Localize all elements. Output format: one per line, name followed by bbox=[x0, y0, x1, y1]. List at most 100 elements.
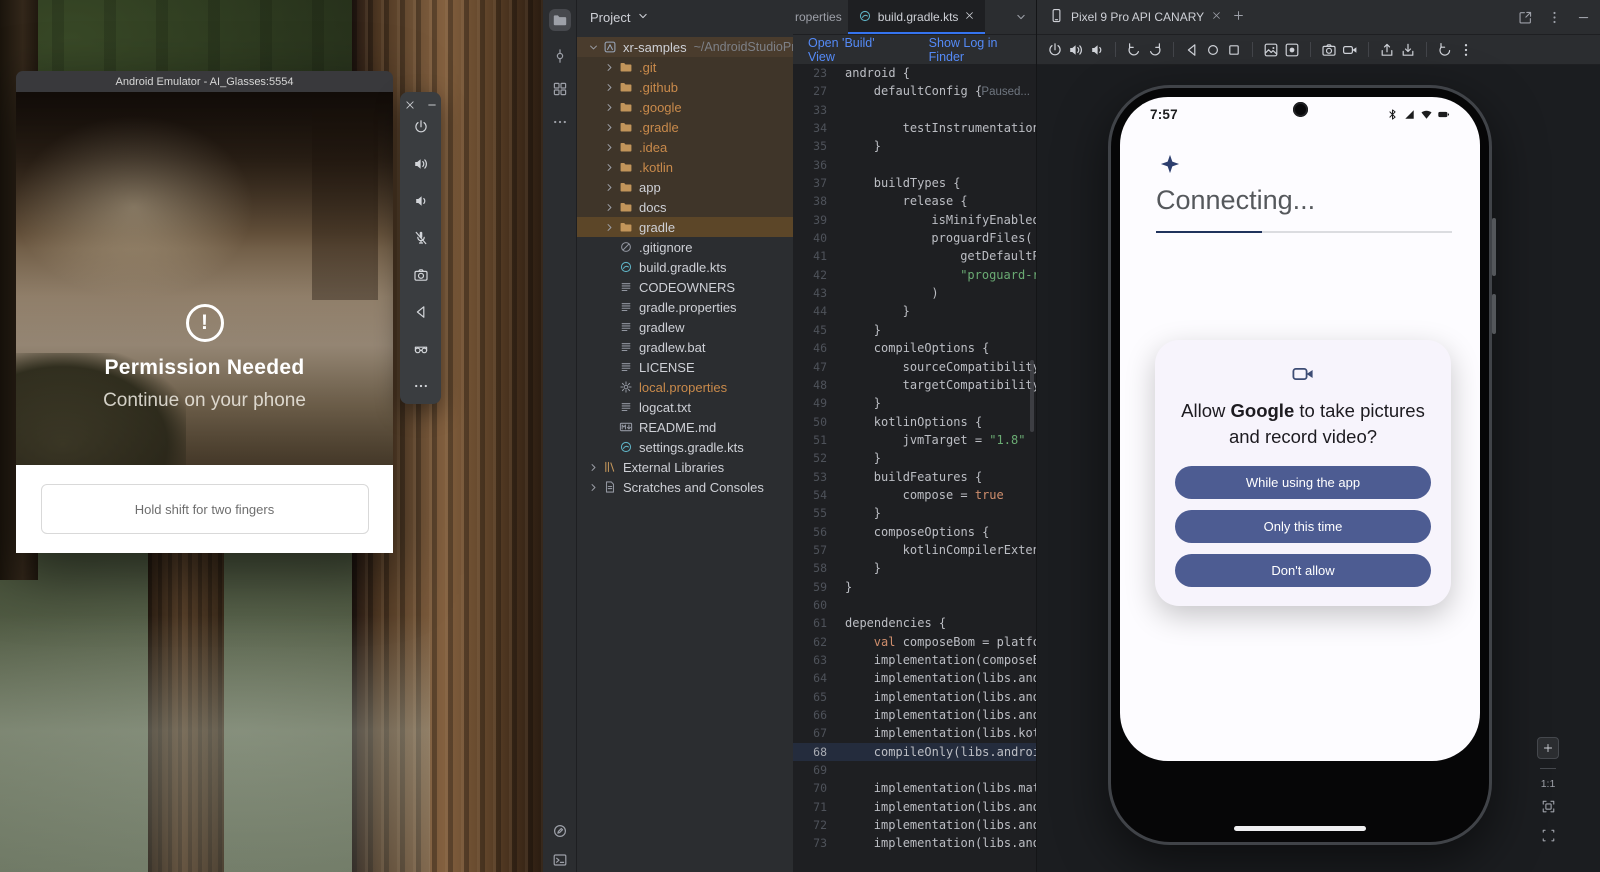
code-line[interactable]: 66implementation(libs.andr bbox=[793, 706, 1036, 724]
plus-icon[interactable] bbox=[1542, 742, 1554, 754]
code-line[interactable]: 37buildTypes { bbox=[793, 174, 1036, 192]
code-line[interactable]: 40proguardFiles( bbox=[793, 229, 1036, 247]
chevron-right-icon[interactable] bbox=[601, 221, 617, 234]
minimize-icon[interactable] bbox=[426, 99, 438, 111]
code-line[interactable]: 68compileOnly(libs.android bbox=[793, 743, 1036, 761]
code-line[interactable]: 39isMinifyEnabled bbox=[793, 211, 1036, 229]
code-line[interactable]: 41getDefaultPr bbox=[793, 247, 1036, 265]
rotate-right-icon[interactable] bbox=[1147, 42, 1163, 58]
device-screen[interactable]: 7:57 Connecting... Allow Google to take … bbox=[1120, 97, 1480, 761]
chevron-down-icon[interactable] bbox=[1014, 10, 1028, 24]
code-line[interactable]: 47sourceCompatibility bbox=[793, 358, 1036, 376]
tree-item-github[interactable]: .github bbox=[577, 77, 793, 97]
while-using-the-app-button[interactable]: While using the app bbox=[1175, 466, 1431, 499]
code-line[interactable]: 34testInstrumentationR bbox=[793, 119, 1036, 137]
zoom-to-fit-icon[interactable] bbox=[1541, 799, 1556, 819]
code-line[interactable]: 71implementation(libs.andr bbox=[793, 798, 1036, 816]
tree-item-readme-md[interactable]: README.md bbox=[577, 417, 793, 437]
code-line[interactable]: 70implementation(libs.mate bbox=[793, 779, 1036, 797]
code-line[interactable]: 43) bbox=[793, 284, 1036, 302]
code-line[interactable]: 53buildFeatures { bbox=[793, 468, 1036, 486]
tree-item-google[interactable]: .google bbox=[577, 97, 793, 117]
code-line[interactable]: 65implementation(libs.andr bbox=[793, 688, 1036, 706]
terminal-icon[interactable] bbox=[552, 852, 568, 868]
chevron-right-icon[interactable] bbox=[601, 101, 617, 114]
project-panel-header[interactable]: Project bbox=[577, 0, 793, 35]
chevron-right-icon[interactable] bbox=[601, 181, 617, 194]
tree-item-external-libraries[interactable]: External Libraries bbox=[577, 457, 793, 477]
code-line[interactable]: 33 bbox=[793, 101, 1036, 119]
tree-item-codeowners[interactable]: CODEOWNERS bbox=[577, 277, 793, 297]
chevron-down-icon[interactable] bbox=[585, 41, 601, 54]
tab-pixel-9-pro[interactable]: Pixel 9 Pro API CANARY bbox=[1047, 0, 1224, 34]
code-line[interactable]: 36 bbox=[793, 156, 1036, 174]
tree-item-build-gradle-kts[interactable]: build.gradle.kts bbox=[577, 257, 793, 277]
commit-icon[interactable] bbox=[552, 48, 568, 64]
code-line[interactable]: 48targetCompatibility bbox=[793, 376, 1036, 394]
chevron-right-icon[interactable] bbox=[585, 461, 601, 474]
close-tab-icon[interactable] bbox=[964, 10, 975, 24]
tree-item-local-properties[interactable]: local.properties bbox=[577, 377, 793, 397]
minimize-icon[interactable] bbox=[1576, 10, 1591, 25]
code-line[interactable]: 72implementation(libs.andr bbox=[793, 816, 1036, 834]
volume-up-icon[interactable] bbox=[1068, 42, 1084, 58]
edit-circle-icon[interactable] bbox=[552, 823, 568, 839]
code-line[interactable]: 49} bbox=[793, 394, 1036, 412]
code-line[interactable]: 59} bbox=[793, 578, 1036, 596]
tab-gradle-properties[interactable]: roperties bbox=[793, 0, 848, 34]
only-this-time-button[interactable]: Only this time bbox=[1175, 510, 1431, 543]
code-line[interactable]: 62val composeBom = platfor bbox=[793, 633, 1036, 651]
more-vertical-icon[interactable] bbox=[1458, 42, 1474, 58]
code-line[interactable]: 51jvmTarget = "1.8" bbox=[793, 431, 1036, 449]
plus-icon[interactable] bbox=[1232, 9, 1245, 22]
code-line[interactable]: 52} bbox=[793, 449, 1036, 467]
close-icon[interactable] bbox=[404, 99, 416, 111]
volume-up-icon[interactable] bbox=[413, 156, 429, 172]
add-device-tab-icon[interactable] bbox=[1232, 9, 1245, 25]
tree-item-gradle[interactable]: .gradle bbox=[577, 117, 793, 137]
volume-down-icon[interactable] bbox=[1089, 42, 1105, 58]
camera-icon[interactable] bbox=[1321, 42, 1337, 58]
power-icon[interactable] bbox=[413, 119, 429, 135]
folder-icon[interactable] bbox=[549, 9, 571, 31]
share-icon[interactable] bbox=[1379, 42, 1395, 58]
tree-item-app[interactable]: app bbox=[577, 177, 793, 197]
code-line[interactable]: 56composeOptions { bbox=[793, 523, 1036, 541]
screen-record-icon[interactable] bbox=[1284, 42, 1300, 58]
close-icon[interactable] bbox=[1211, 10, 1222, 21]
tree-item-docs[interactable]: docs bbox=[577, 197, 793, 217]
code-line[interactable]: 69 bbox=[793, 761, 1036, 779]
back-icon[interactable] bbox=[413, 304, 429, 320]
tree-item-logcat-txt[interactable]: logcat.txt bbox=[577, 397, 793, 417]
glasses-icon[interactable] bbox=[413, 341, 429, 357]
structure-icon[interactable] bbox=[552, 81, 568, 97]
code-line[interactable]: 63implementation(composeBo bbox=[793, 651, 1036, 669]
code-line[interactable]: 42"proguard-ru bbox=[793, 266, 1036, 284]
device-reset-icon[interactable] bbox=[1437, 42, 1453, 58]
code-editor[interactable]: 23android {27defaultConfig {3334testInst… bbox=[793, 64, 1036, 872]
code-line[interactable]: 64implementation(libs.andr bbox=[793, 669, 1036, 687]
zoom-in-button[interactable] bbox=[1537, 737, 1559, 759]
code-line[interactable]: 57kotlinCompilerExtens bbox=[793, 541, 1036, 559]
download-icon[interactable] bbox=[1400, 42, 1416, 58]
tree-item-settings-gradle-kts[interactable]: settings.gradle.kts bbox=[577, 437, 793, 457]
code-line[interactable]: 67implementation(libs.kotl bbox=[793, 724, 1036, 742]
code-line[interactable]: 73implementation(libs.andr bbox=[793, 834, 1036, 852]
tree-item-gradlew-bat[interactable]: gradlew.bat bbox=[577, 337, 793, 357]
code-line[interactable]: 23android { bbox=[793, 64, 1036, 82]
chevron-right-icon[interactable] bbox=[601, 61, 617, 74]
tree-item-kotlin[interactable]: .kotlin bbox=[577, 157, 793, 177]
tabs-dropdown-icon[interactable] bbox=[1014, 0, 1036, 34]
code-line[interactable]: 55} bbox=[793, 504, 1036, 522]
tree-item-xr-samples[interactable]: xr-samples~/AndroidStudioProj bbox=[577, 37, 793, 57]
tree-item-git[interactable]: .git bbox=[577, 57, 793, 77]
chevron-right-icon[interactable] bbox=[601, 81, 617, 94]
tab-build-gradle-kts[interactable]: build.gradle.kts bbox=[848, 0, 986, 34]
emulator-screen[interactable]: ! Permission Needed Continue on your pho… bbox=[16, 92, 393, 465]
volume-down-icon[interactable] bbox=[413, 193, 429, 209]
fit-screen-icon[interactable] bbox=[1541, 799, 1556, 814]
code-line[interactable]: 44} bbox=[793, 302, 1036, 320]
more-horizontal-icon[interactable] bbox=[552, 114, 568, 130]
back-icon[interactable] bbox=[1184, 42, 1200, 58]
camera-video-icon[interactable] bbox=[1342, 42, 1358, 58]
